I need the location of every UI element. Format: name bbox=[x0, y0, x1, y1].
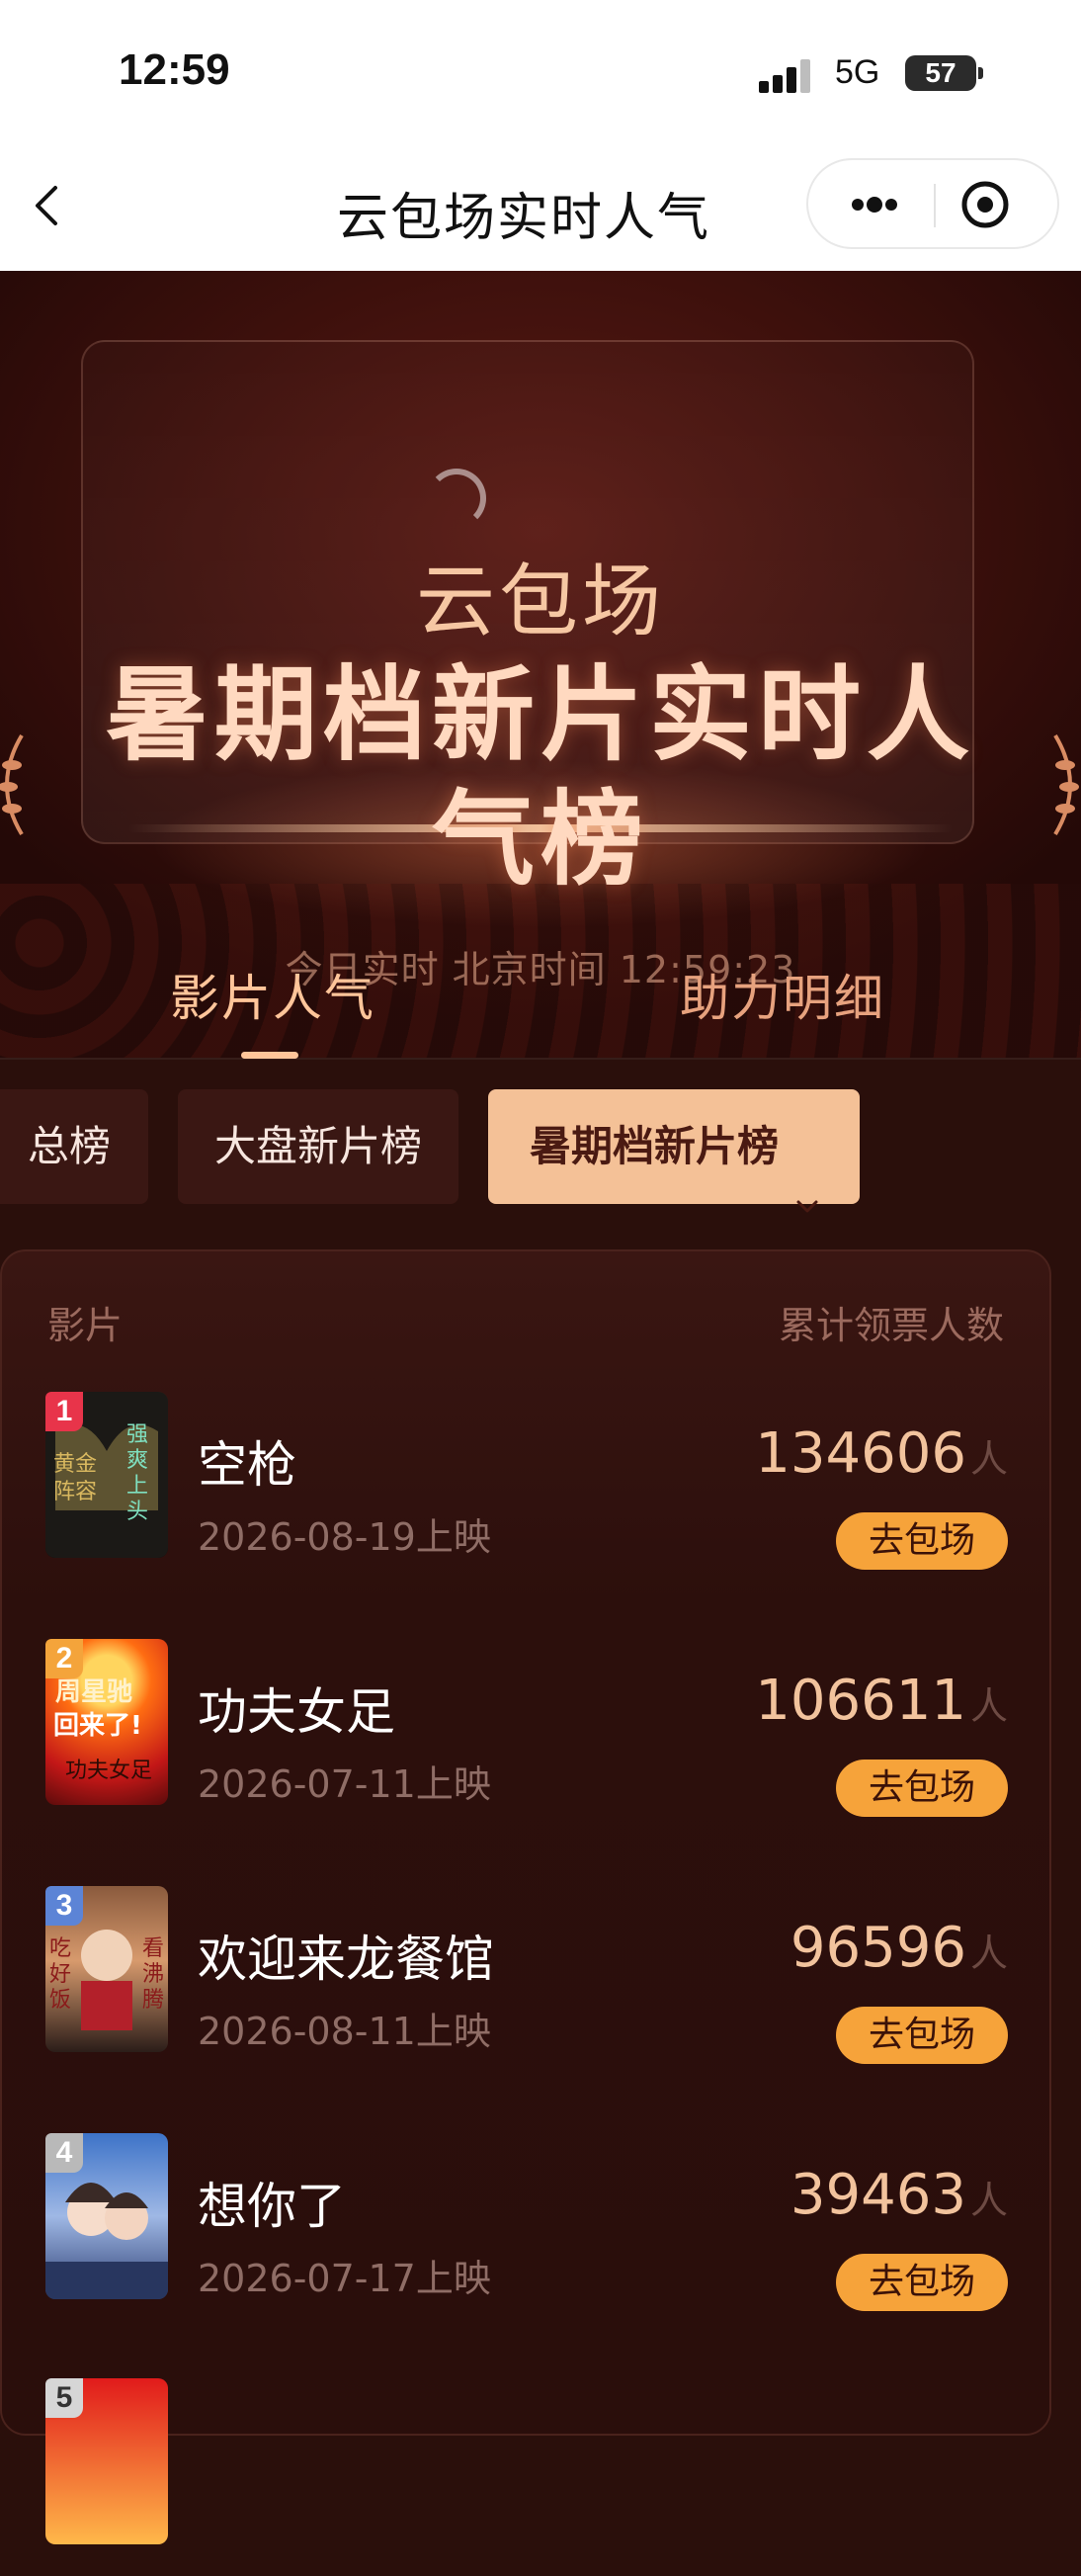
tab-support-details[interactable]: 助力明细 bbox=[680, 959, 885, 1030]
count-value: 106611 bbox=[755, 1669, 966, 1733]
subtab-new-release[interactable]: 大盘新片榜 bbox=[178, 1089, 458, 1204]
svg-text:黄金: 黄金 bbox=[53, 1452, 97, 1477]
book-screening-button[interactable]: 去包场 bbox=[836, 1512, 1008, 1570]
book-screening-button[interactable]: 去包场 bbox=[836, 2007, 1008, 2064]
capsule-divider bbox=[934, 184, 936, 227]
svg-text:吃: 吃 bbox=[49, 1936, 71, 1961]
hero-subtitle: 云包场 bbox=[416, 556, 665, 647]
hero-title: 暑期档新片实时人气榜 bbox=[105, 654, 975, 900]
book-screening-button[interactable]: 去包场 bbox=[836, 1760, 1008, 1817]
svg-text:看: 看 bbox=[142, 1936, 164, 1961]
status-bar: 12:59 5G 57 bbox=[0, 0, 1081, 148]
subtab-label: 总榜 bbox=[27, 1122, 111, 1170]
divider bbox=[0, 1058, 1081, 1060]
subtab-label: 暑期档新片榜 bbox=[529, 1122, 779, 1170]
rank-badge: 5 bbox=[45, 2378, 83, 2418]
list-item[interactable]: 周星驰 回来了! 功夫女足 2 功夫女足 2026-07-11上映 106611… bbox=[2, 1639, 1053, 1837]
column-header-movie: 影片 bbox=[47, 1304, 124, 1347]
movie-title: 功夫女足 bbox=[198, 1683, 395, 1741]
svg-text:强: 强 bbox=[126, 1422, 148, 1447]
main-tabs: 影片人气 助力明细 bbox=[0, 949, 1081, 1059]
release-date: 2026-07-17上映 bbox=[198, 2257, 491, 2300]
rank-badge: 2 bbox=[45, 1639, 83, 1678]
column-header-count: 累计领票人数 bbox=[778, 1304, 1004, 1347]
status-time: 12:59 bbox=[119, 45, 230, 94]
list-item[interactable]: 5 bbox=[2, 2378, 1053, 2576]
release-date: 2026-08-19上映 bbox=[198, 1515, 491, 1559]
chevron-down-icon bbox=[796, 1143, 818, 1212]
subtab-label: 大盘新片榜 bbox=[213, 1122, 422, 1170]
laurel-right-icon bbox=[1036, 726, 1081, 844]
list-item[interactable]: 黄金 阵容 强 爽 上 头 1 空枪 2026-08-19上映 134606 人 … bbox=[2, 1392, 1053, 1589]
navigation-bar: 云包场实时人气 bbox=[0, 148, 1081, 271]
battery-icon: 57 bbox=[905, 55, 983, 91]
count-value: 134606 bbox=[755, 1421, 966, 1486]
ticket-count: 106611 人 bbox=[755, 1669, 1008, 1733]
list-item[interactable]: 吃 好 饭 看 沸 腾 3 欢迎来龙餐馆 2026-08-11上映 96596 人… bbox=[2, 1886, 1053, 2084]
release-date: 2026-08-11上映 bbox=[198, 2010, 491, 2053]
count-unit: 人 bbox=[969, 1437, 1008, 1481]
svg-text:腾: 腾 bbox=[142, 1988, 164, 2013]
movie-title: 欢迎来龙餐馆 bbox=[198, 1931, 494, 1988]
ranking-filter-tabs: 总榜 大盘新片榜 暑期档新片榜 bbox=[0, 1089, 1081, 1212]
rank-badge: 3 bbox=[45, 1886, 83, 1926]
ticket-count: 134606 人 bbox=[755, 1421, 1008, 1486]
loading-spinner-icon bbox=[427, 469, 486, 528]
svg-text:上: 上 bbox=[126, 1474, 148, 1499]
count-unit: 人 bbox=[969, 1684, 1008, 1728]
svg-text:阵容: 阵容 bbox=[53, 1480, 97, 1504]
hero-banner: 云包场 暑期档新片实时人气榜 今日实时 北京时间 12:59:23 bbox=[0, 271, 1081, 1058]
svg-text:好: 好 bbox=[49, 1962, 71, 1987]
count-unit: 人 bbox=[969, 2179, 1008, 2222]
list-item[interactable]: 4 想你了 2026-07-17上映 39463 人 去包场 bbox=[2, 2133, 1053, 2331]
count-unit: 人 bbox=[969, 1932, 1008, 1975]
subtab-overall[interactable]: 总榜 bbox=[0, 1089, 148, 1204]
laurel-left-icon bbox=[0, 726, 42, 844]
tab-movie-popularity[interactable]: 影片人气 bbox=[170, 959, 375, 1030]
ranking-list: 影片 累计领票人数 黄金 阵容 强 爽 上 头 1 空枪 2026-08-19上… bbox=[0, 1249, 1053, 2544]
svg-text:回来了!: 回来了! bbox=[53, 1711, 142, 1741]
svg-text:功夫女足: 功夫女足 bbox=[65, 1759, 152, 1783]
svg-text:饭: 饭 bbox=[49, 1988, 71, 2013]
signal-icon bbox=[759, 57, 818, 93]
ticket-count: 96596 人 bbox=[790, 1916, 1008, 1980]
network-type: 5G bbox=[835, 53, 880, 91]
svg-text:头: 头 bbox=[126, 1500, 148, 1524]
svg-text:爽: 爽 bbox=[126, 1448, 148, 1473]
svg-text:沸: 沸 bbox=[142, 1962, 164, 1987]
count-value: 96596 bbox=[790, 1916, 966, 1980]
rank-badge: 1 bbox=[45, 1392, 83, 1431]
movie-title: 想你了 bbox=[198, 2178, 346, 2235]
target-close-icon[interactable] bbox=[956, 176, 1014, 233]
ticket-count: 39463 人 bbox=[790, 2163, 1008, 2227]
more-dots-icon[interactable] bbox=[828, 180, 917, 229]
mini-program-capsule bbox=[806, 158, 1059, 249]
rank-badge: 4 bbox=[45, 2133, 83, 2173]
count-value: 39463 bbox=[790, 2163, 966, 2227]
subtab-summer-new[interactable]: 暑期档新片榜 bbox=[488, 1089, 860, 1212]
book-screening-button[interactable]: 去包场 bbox=[836, 2254, 1008, 2311]
release-date: 2026-07-11上映 bbox=[198, 1762, 491, 1806]
svg-text:周星驰: 周星驰 bbox=[55, 1677, 132, 1707]
movie-title: 空枪 bbox=[198, 1436, 296, 1494]
